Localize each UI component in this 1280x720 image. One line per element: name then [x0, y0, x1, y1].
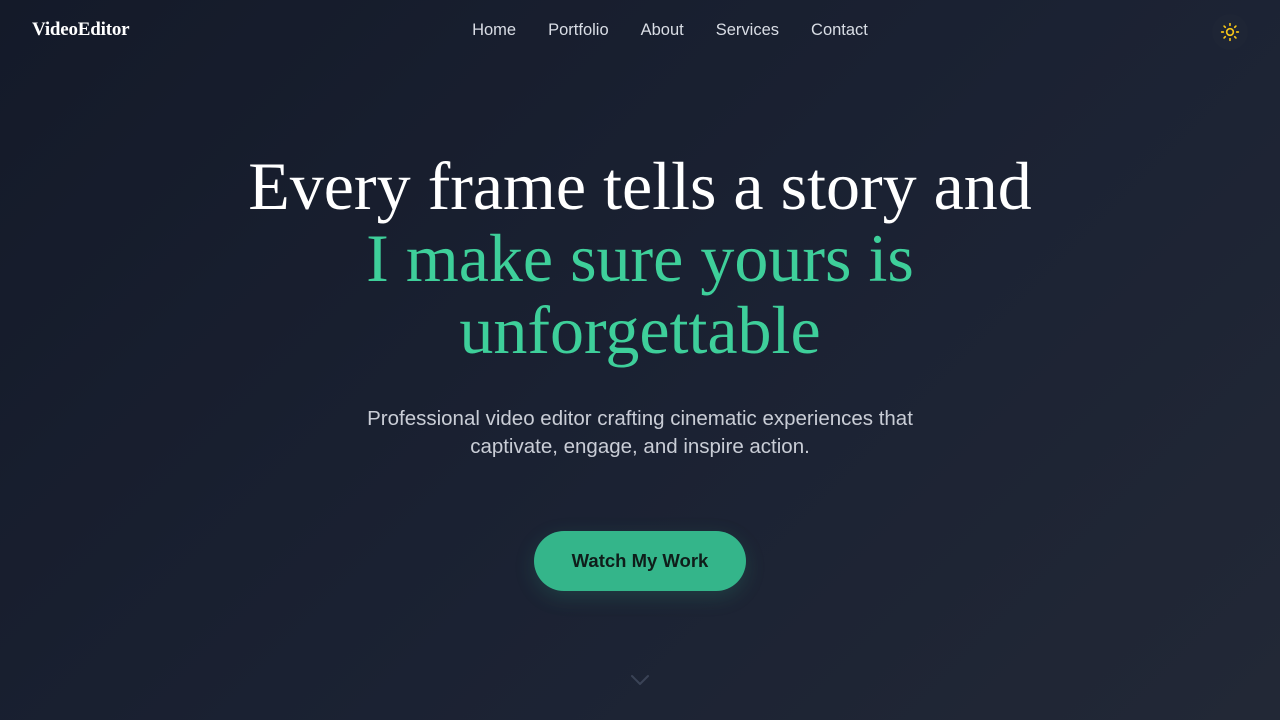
- main-nav: Home Portfolio About Services Contact: [0, 21, 1280, 40]
- sun-icon: [1220, 22, 1240, 42]
- nav-link-contact[interactable]: Contact: [811, 21, 868, 40]
- nav-link-portfolio[interactable]: Portfolio: [548, 21, 609, 40]
- nav-link-about[interactable]: About: [641, 21, 684, 40]
- hero-heading-accent-line: unforgettable: [459, 292, 821, 368]
- watch-my-work-button[interactable]: Watch My Work: [534, 531, 746, 591]
- hero-heading-line: Every frame tells a story and: [248, 148, 1032, 224]
- nav-link-home[interactable]: Home: [472, 21, 516, 40]
- hero-heading: Every frame tells a story and I make sur…: [0, 150, 1280, 366]
- theme-toggle-button[interactable]: [1212, 14, 1248, 50]
- hero-heading-accent-line: I make sure yours is: [366, 220, 914, 296]
- nav-link-services[interactable]: Services: [716, 21, 779, 40]
- scroll-down-indicator[interactable]: [628, 672, 652, 690]
- hero-subtitle: Professional video editor crafting cinem…: [0, 405, 1280, 461]
- hero-subtitle-line: Professional video editor crafting cinem…: [367, 407, 913, 430]
- chevron-down-icon: [631, 675, 649, 685]
- site-header: VideoEditor Home Portfolio About Service…: [0, 0, 1280, 64]
- hero-subtitle-line: captivate, engage, and inspire action.: [470, 435, 810, 458]
